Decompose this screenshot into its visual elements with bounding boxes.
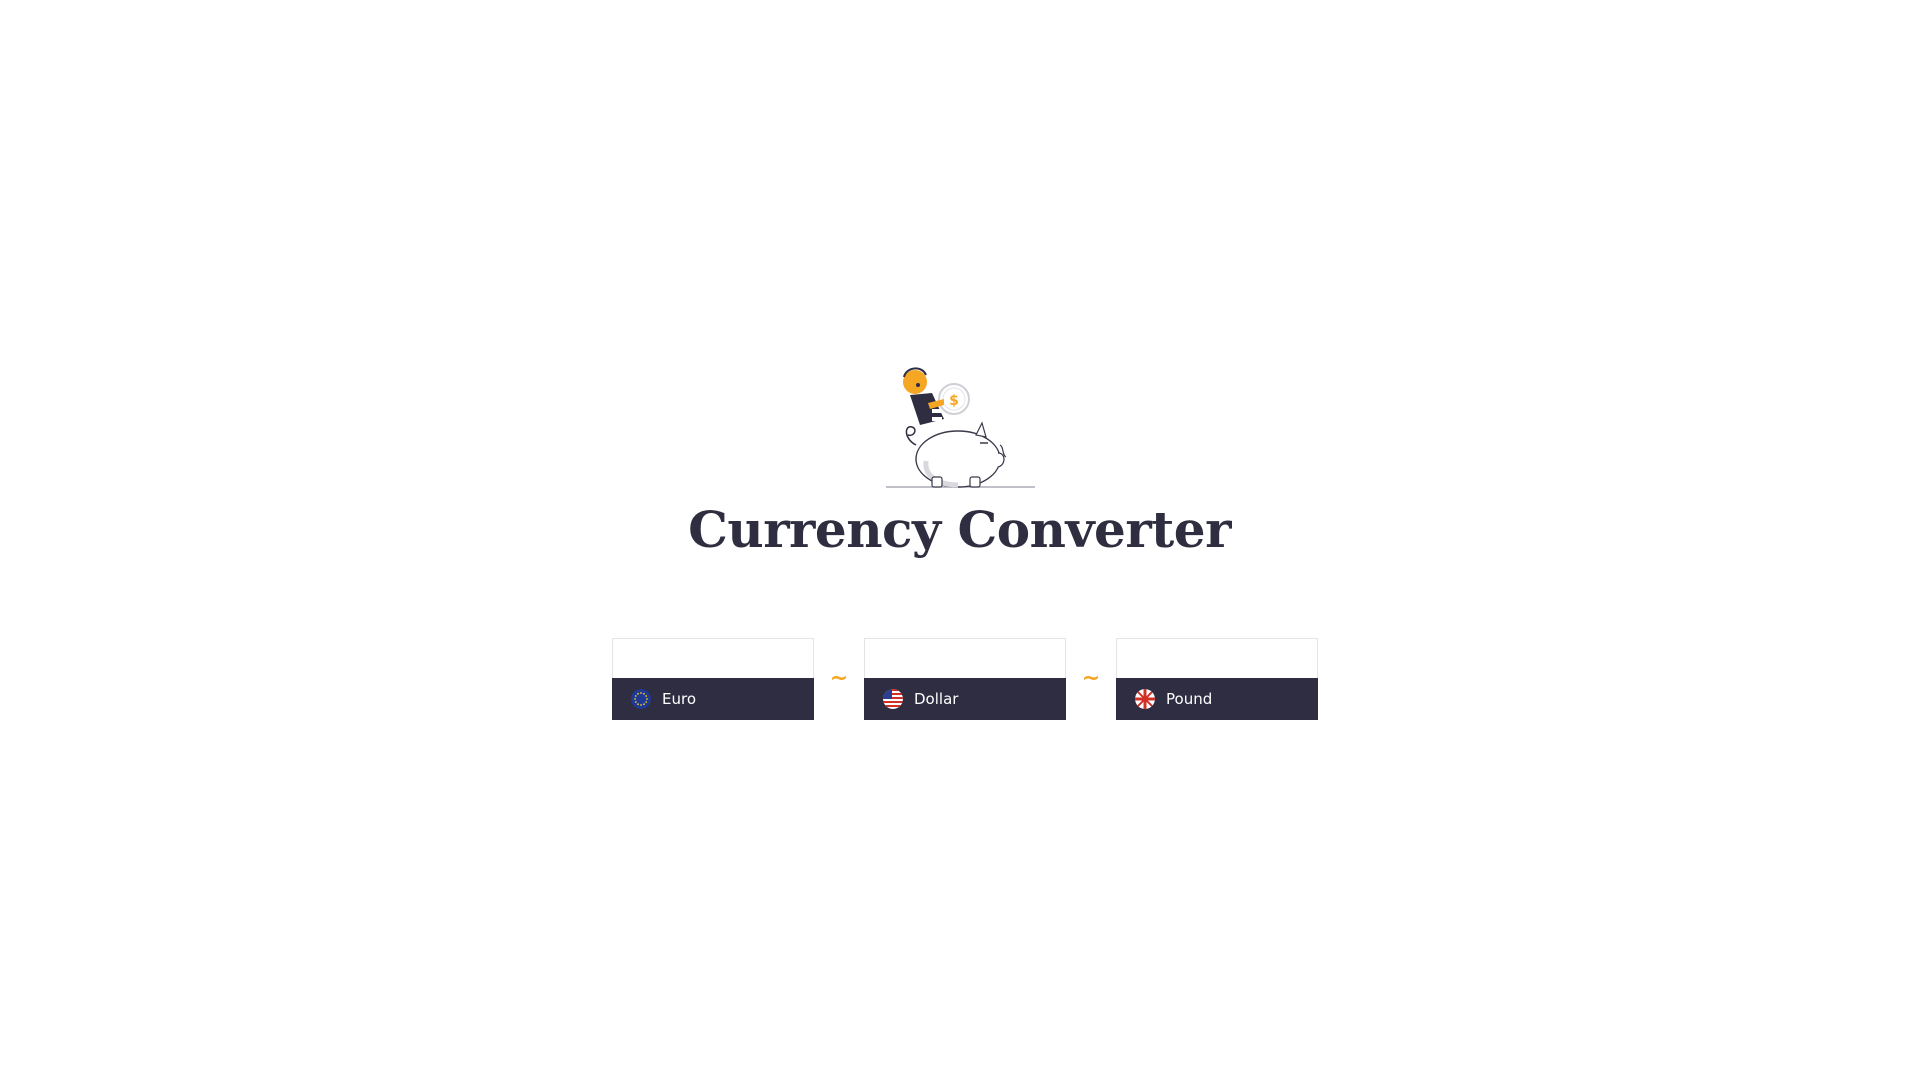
currency-name: Dollar	[914, 690, 959, 708]
piggy-bank-icon: $	[886, 367, 1035, 488]
converter-row: Euro ~ Dollar ~ Pound	[612, 638, 1318, 720]
hero: $ Currency Converter	[0, 365, 1919, 555]
currency-label-bar: Euro	[612, 678, 814, 720]
currency-label-bar: Dollar	[864, 678, 1066, 720]
page-title: Currency Converter	[688, 500, 1231, 559]
euro-amount-input[interactable]	[613, 639, 813, 678]
eu-flag-icon	[631, 689, 651, 709]
approx-separator: ~	[1081, 665, 1101, 691]
svg-text:$: $	[949, 393, 959, 409]
currency-card-dollar: Dollar	[864, 638, 1066, 720]
pound-amount-input[interactable]	[1117, 639, 1317, 678]
currency-name: Pound	[1166, 690, 1213, 708]
us-flag-icon	[883, 689, 903, 709]
currency-card-euro: Euro	[612, 638, 814, 720]
approx-separator: ~	[829, 665, 849, 691]
currency-label-bar: Pound	[1116, 678, 1318, 720]
currency-card-pound: Pound	[1116, 638, 1318, 720]
uk-flag-icon	[1135, 689, 1155, 709]
currency-name: Euro	[662, 690, 696, 708]
dollar-amount-input[interactable]	[865, 639, 1065, 678]
app: $ Currency Converter Euro ~ Dollar ~ Pou…	[0, 0, 1919, 1079]
